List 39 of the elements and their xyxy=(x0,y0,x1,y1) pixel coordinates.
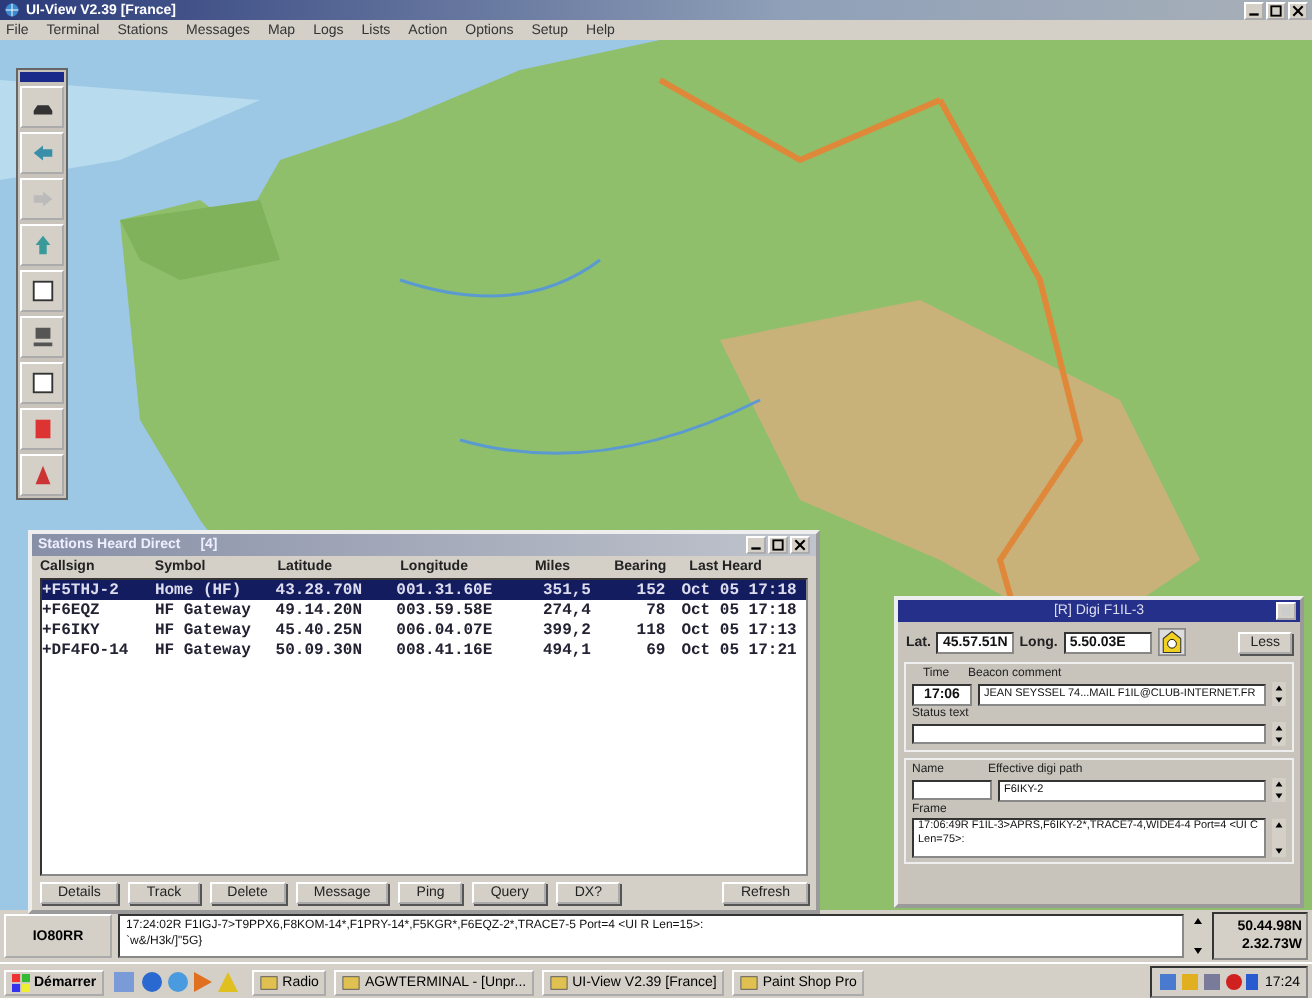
close-icon xyxy=(792,538,808,552)
status-text-field[interactable] xyxy=(912,724,1266,744)
windows-flag-icon xyxy=(12,973,30,991)
station-row[interactable]: +F6IKY HF Gateway 45.40.25N 006.04.07E 399,2 118 Oct 05 17:13 xyxy=(42,620,806,640)
maximize-icon xyxy=(1268,3,1284,17)
scroll-arrows-icon[interactable] xyxy=(1272,722,1286,746)
app-icon xyxy=(342,973,361,991)
arrow-left-icon xyxy=(29,140,55,166)
toolbar-button[interactable] xyxy=(20,362,64,404)
station-row[interactable]: +F5THJ-2 Home (HF) 43.28.70N 001.31.60E 351,5 152 Oct 05 17:18 xyxy=(42,580,806,600)
scroll-arrows-icon[interactable] xyxy=(1272,778,1286,802)
close-button[interactable] xyxy=(1288,1,1308,19)
name-field[interactable] xyxy=(912,780,992,800)
scroll-arrows-icon[interactable] xyxy=(1190,914,1206,958)
station-row[interactable]: +DF4FO-14 HF Gateway 50.09.30N 008.41.16E 494,1 69 Oct 05 17:21 xyxy=(42,640,806,660)
minimize-button[interactable] xyxy=(1244,1,1264,19)
digipeater-symbol-icon[interactable] xyxy=(1157,628,1186,656)
globe-icon xyxy=(4,2,20,18)
arrow-right-icon xyxy=(29,186,55,212)
maximize-button[interactable] xyxy=(1266,1,1286,19)
app-icon xyxy=(550,973,569,991)
station-row[interactable]: +F6EQZ HF Gateway 49.14.20N 003.59.58E 274,4 78 Oct 05 17:18 xyxy=(42,600,806,620)
minimize-button[interactable] xyxy=(746,536,766,554)
toolbar-button[interactable] xyxy=(20,316,64,358)
window-icon xyxy=(29,278,55,304)
square-icon xyxy=(1278,604,1294,618)
close-button[interactable] xyxy=(790,536,810,554)
toolbar-button[interactable] xyxy=(20,86,64,128)
toolbar-button[interactable] xyxy=(20,270,64,312)
close-icon xyxy=(1290,3,1306,17)
scroll-arrows-icon[interactable] xyxy=(1272,682,1286,706)
window-icon xyxy=(29,370,55,396)
scroll-arrows-icon[interactable] xyxy=(1272,818,1286,858)
app-icon xyxy=(260,973,279,991)
app-icon xyxy=(740,973,759,991)
tray-icons[interactable] xyxy=(1158,970,1259,994)
computer-icon xyxy=(29,324,55,350)
maximize-button[interactable] xyxy=(768,536,788,554)
maximize-icon xyxy=(770,538,786,552)
